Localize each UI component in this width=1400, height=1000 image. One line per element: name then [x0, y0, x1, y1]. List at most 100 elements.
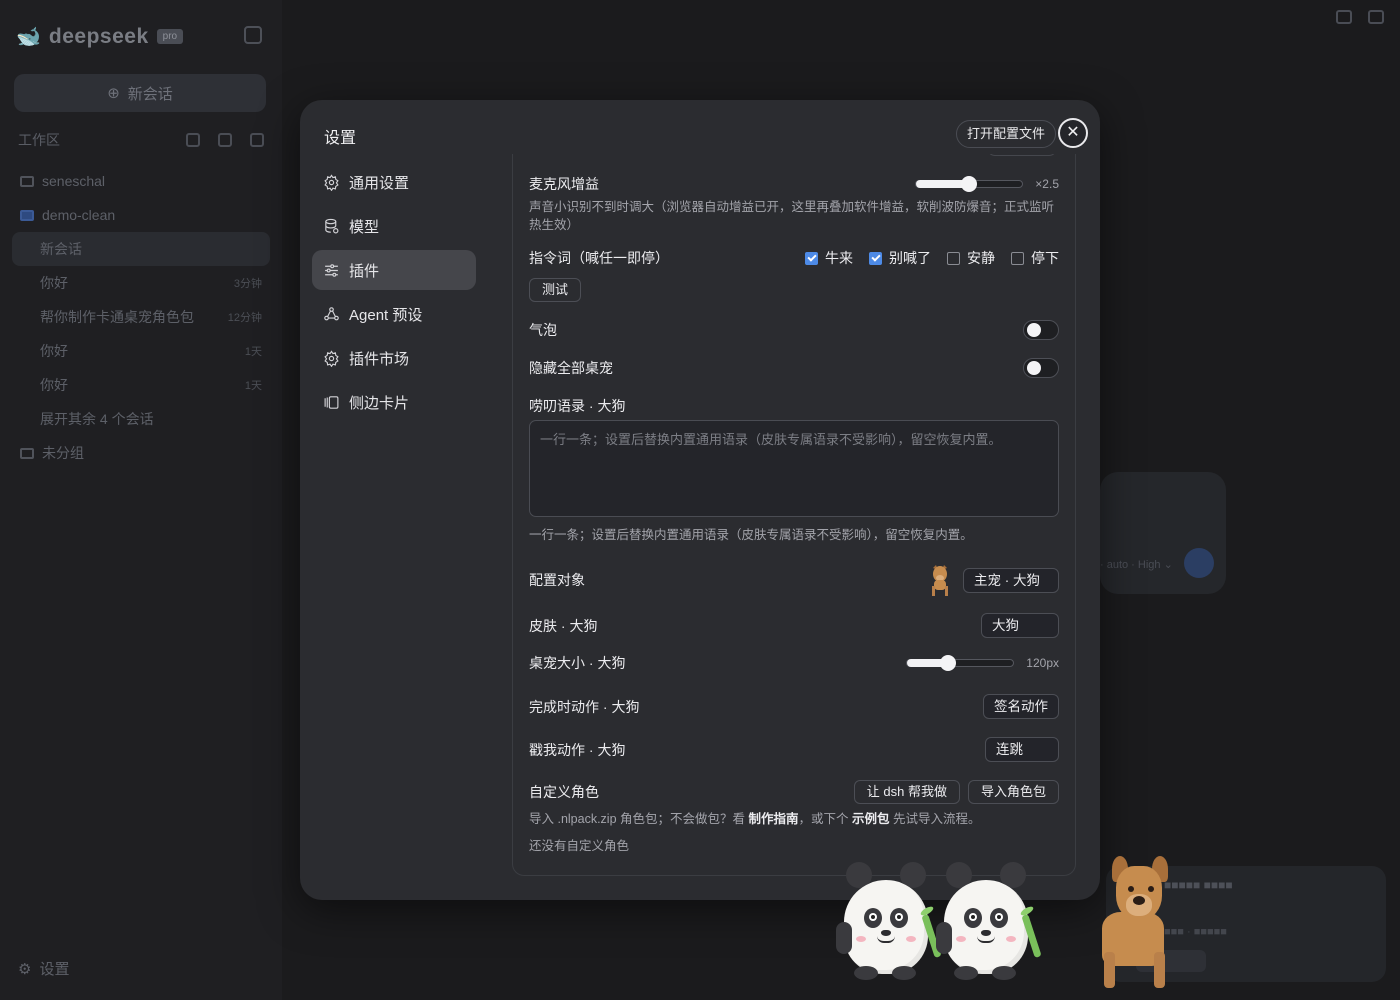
ask-dsh-button[interactable]: 让 dsh 帮我做: [853, 780, 960, 804]
nav-market[interactable]: 插件市场: [312, 338, 476, 378]
wake-word-option[interactable]: 停下: [1011, 248, 1059, 268]
terminal-icon[interactable]: [1336, 10, 1352, 24]
wake-words-row: 指令词（喊任一即停） 牛来 别喊了 安静 停下: [529, 248, 1059, 268]
custom-role-desc-pre: 导入 .nlpack.zip 角色包；不会做包？看: [529, 812, 746, 826]
panda-eye: [990, 908, 1008, 928]
folder-icon: [20, 209, 34, 221]
workspace-folder[interactable]: seneschal: [12, 164, 270, 198]
panda-pet[interactable]: [934, 862, 1042, 980]
session-item[interactable]: 你好 3分钟: [12, 266, 270, 300]
chatter-textarea[interactable]: [529, 420, 1059, 517]
nav-model[interactable]: 模型: [312, 206, 476, 246]
mic-gain-desc: 声音小识别不到时调大（浏览器自动增益已开，这里再叠加软件增益，软削波防爆音；正式…: [529, 200, 1055, 232]
panda-eye: [890, 908, 908, 928]
dog-leg: [1104, 952, 1115, 988]
nav-general[interactable]: 通用设置: [312, 162, 476, 202]
test-button[interactable]: 测试: [529, 278, 582, 302]
session-item[interactable]: 你好 1天: [12, 368, 270, 402]
session-item[interactable]: 新会话: [12, 232, 270, 266]
done-action-label: 完成时动作 · 大狗: [529, 698, 640, 715]
new-chat-label: 新会话: [127, 85, 173, 103]
wake-word-option[interactable]: 牛来: [805, 248, 853, 268]
settings-nav: 通用设置 模型 插件 Agent 预设 插件市场 侧边卡片: [312, 162, 476, 426]
wake-word-option[interactable]: 安静: [947, 248, 995, 268]
workspace-item-label: 你好: [40, 275, 68, 291]
agent-icon: [324, 306, 339, 320]
session-time: 1天: [244, 380, 262, 392]
panda-blush: [1006, 936, 1016, 942]
workspace-folder[interactable]: 未分组: [12, 436, 270, 470]
send-button[interactable]: [1184, 548, 1214, 578]
nav-plugin[interactable]: 插件: [312, 250, 476, 290]
mic-gain-slider-knob[interactable]: [961, 176, 978, 192]
panda-body: [944, 880, 1028, 974]
target-select[interactable]: 主宠 · 大狗: [963, 567, 1059, 593]
window-top-icons: [1336, 10, 1384, 24]
session-item[interactable]: 你好 1天: [12, 334, 270, 368]
guide-link[interactable]: 制作指南: [749, 812, 799, 826]
workspace-list: seneschal demo-clean 新会话 你好 3分钟 帮你制作卡通桌宠角色包 12…: [12, 164, 270, 470]
close-icon[interactable]: ✕: [1058, 118, 1088, 148]
target-row: 配置对象 主宠 · 大狗: [529, 564, 1059, 596]
folder-icon: [20, 175, 34, 187]
mic-gain-value: ×2.5: [1035, 177, 1059, 191]
session-time: 12分钟: [227, 312, 262, 324]
brand: 🐋 deepseek pro: [16, 24, 184, 49]
done-action-row: 完成时动作 · 大狗 签名动作: [529, 694, 1059, 719]
theme-icon[interactable]: [1368, 10, 1384, 24]
wake-word-label: 别喊了: [889, 250, 931, 266]
checkbox[interactable]: [805, 251, 818, 265]
hide-all-row: 隐藏全部桌宠: [529, 358, 1059, 378]
gear-icon: ⚙: [18, 960, 32, 978]
nav-plugin-label: 插件: [349, 262, 380, 280]
panda-blush: [906, 936, 916, 942]
panda-eye: [964, 908, 982, 928]
panda-foot: [992, 966, 1016, 980]
dog-pet[interactable]: [1096, 856, 1182, 990]
checkbox[interactable]: [1011, 251, 1024, 265]
test-row: 测试: [529, 278, 1059, 302]
chatter-row: 唠叨语录 · 大狗: [529, 396, 1059, 416]
checkbox[interactable]: [947, 251, 960, 265]
workspace-item-label: demo-clean: [42, 207, 116, 223]
hide-all-toggle[interactable]: [1023, 358, 1059, 378]
done-action-select[interactable]: 签名动作: [983, 694, 1059, 719]
sidebar-settings-label: 设置: [39, 961, 70, 978]
session-item[interactable]: 展开其余 4 个会话: [12, 402, 270, 436]
workspace-folder[interactable]: demo-clean: [12, 198, 270, 232]
poke-action-select[interactable]: 连跳: [985, 737, 1059, 762]
nav-agent[interactable]: Agent 预设: [312, 294, 476, 334]
wake-words-label: 指令词（喊任一即停）: [529, 250, 669, 266]
new-folder-icon[interactable]: [250, 133, 264, 147]
bubble-toggle[interactable]: [1023, 320, 1059, 340]
panda-body: [844, 880, 928, 974]
panda-pet[interactable]: [834, 862, 942, 980]
import-role-button[interactable]: 导入角色包: [967, 780, 1059, 804]
whale-logo-icon: 🐋: [16, 26, 41, 48]
panda-blush: [956, 936, 966, 942]
workspace-item-label: 未分组: [42, 445, 84, 461]
sidebar-settings-button[interactable]: ⚙ 设置: [18, 958, 69, 979]
size-slider-knob[interactable]: [939, 655, 956, 671]
poke-action-row: 戳我动作 · 大狗 连跳: [529, 737, 1059, 762]
wake-word-option[interactable]: 别喊了: [869, 248, 931, 268]
open-config-button[interactable]: 打开配置文件: [956, 120, 1057, 148]
panda-eye: [864, 908, 882, 928]
grid-icon[interactable]: [218, 133, 232, 147]
plus-icon: ⊕: [107, 85, 120, 102]
size-slider[interactable]: [906, 655, 1015, 671]
sidebar-collapse-icon[interactable]: [244, 26, 262, 44]
search-icon[interactable]: [186, 133, 200, 147]
toggle-knob: [1027, 323, 1041, 337]
mic-gain-row: 麦克风增益 ×2.5: [529, 174, 1059, 194]
mic-gain-slider[interactable]: [915, 176, 1024, 192]
folder-icon: [20, 447, 34, 459]
example-link[interactable]: 示例包: [852, 812, 890, 826]
checkbox[interactable]: [869, 251, 882, 265]
new-chat-button[interactable]: ⊕ 新会话: [14, 74, 266, 112]
skin-select[interactable]: 大狗: [981, 613, 1059, 638]
custom-role-label: 自定义角色: [529, 784, 599, 800]
session-item[interactable]: 帮你制作卡通桌宠角色包 12分钟: [12, 300, 270, 334]
custom-role-desc: 导入 .nlpack.zip 角色包；不会做包？看 制作指南，或下个 示例包 先…: [529, 810, 1059, 828]
nav-side-card[interactable]: 侧边卡片: [312, 382, 476, 422]
